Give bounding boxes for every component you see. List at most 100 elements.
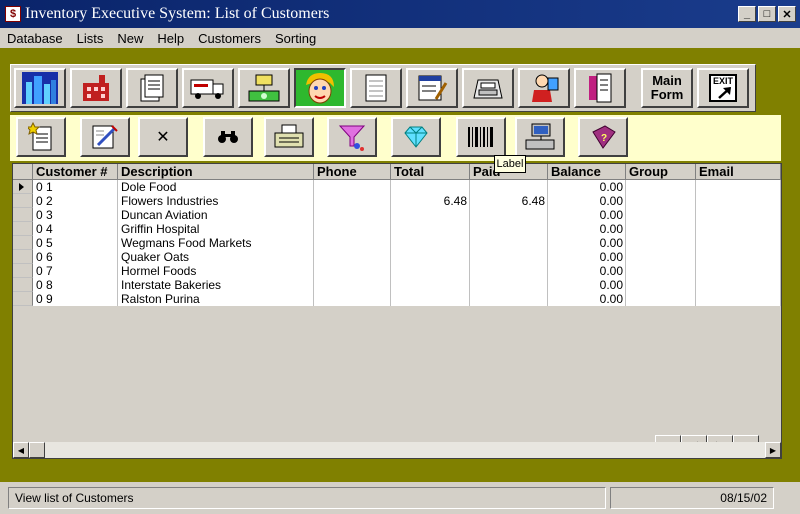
email-cell[interactable] [696,180,781,194]
email-cell[interactable] [696,222,781,236]
email-cell[interactable] [696,292,781,306]
phone-cell[interactable] [314,208,391,222]
table-row[interactable]: 0 2 Flowers Industries 6.48 6.48 0.00 [13,194,781,208]
customers-button[interactable] [294,68,346,108]
group-cell[interactable] [626,180,696,194]
customer-cell[interactable]: 0 9 [33,292,118,306]
header-email[interactable]: Email [696,164,781,180]
customers-grid[interactable]: Customer # Description Phone Total Paid … [12,163,782,459]
phone-cell[interactable] [314,180,391,194]
total-cell[interactable] [391,264,470,278]
table-row[interactable]: 0 5 Wegmans Food Markets 0.00 [13,236,781,250]
group-cell[interactable] [626,236,696,250]
description-cell[interactable]: Flowers Industries [118,194,314,208]
group-cell[interactable] [626,264,696,278]
paid-cell[interactable] [470,278,548,292]
delivery-button[interactable] [182,68,234,108]
phone-cell[interactable] [314,236,391,250]
menu-customers[interactable]: Customers [191,31,268,46]
description-cell[interactable]: Ralston Purina [118,292,314,306]
table-row[interactable]: 0 4 Griffin Hospital 0.00 [13,222,781,236]
email-cell[interactable] [696,208,781,222]
paid-cell[interactable] [470,236,548,250]
menu-sorting[interactable]: Sorting [268,31,323,46]
phone-cell[interactable] [314,278,391,292]
edit-record-button[interactable] [80,117,130,157]
menu-new[interactable]: New [110,31,150,46]
header-balance[interactable]: Balance [548,164,626,180]
total-cell[interactable] [391,180,470,194]
total-cell[interactable] [391,236,470,250]
total-cell[interactable] [391,278,470,292]
city-button[interactable] [14,68,66,108]
group-cell[interactable] [626,194,696,208]
scroll-right-icon[interactable]: ▶ [765,442,781,458]
documents-button[interactable] [126,68,178,108]
header-description[interactable]: Description [118,164,314,180]
description-cell[interactable]: Hormel Foods [118,264,314,278]
balance-cell[interactable]: 0.00 [548,180,626,194]
total-cell[interactable]: 6.48 [391,194,470,208]
description-cell[interactable]: Interstate Bakeries [118,278,314,292]
new-record-button[interactable] [16,117,66,157]
filter-button[interactable] [327,117,377,157]
help-button[interactable]: ? [578,117,628,157]
balance-cell[interactable]: 0.00 [548,208,626,222]
label-button[interactable] [456,117,506,157]
main-form-button[interactable]: Main Form [641,68,693,108]
email-cell[interactable] [696,264,781,278]
header-group[interactable]: Group [626,164,696,180]
email-cell[interactable] [696,278,781,292]
paid-cell[interactable] [470,264,548,278]
paid-cell[interactable]: 6.48 [470,194,548,208]
paid-cell[interactable] [470,250,548,264]
header-customer[interactable]: Customer # [33,164,118,180]
blank-form-button[interactable] [350,68,402,108]
total-cell[interactable] [391,222,470,236]
report-button[interactable] [264,117,314,157]
description-cell[interactable]: Griffin Hospital [118,222,314,236]
phone-cell[interactable] [314,222,391,236]
phone-cell[interactable] [314,292,391,306]
paid-cell[interactable] [470,292,548,306]
table-row[interactable]: 0 6 Quaker Oats 0.00 [13,250,781,264]
network-button[interactable] [515,117,565,157]
balance-cell[interactable]: 0.00 [548,194,626,208]
balance-cell[interactable]: 0.00 [548,236,626,250]
customer-cell[interactable]: 0 1 [33,180,118,194]
phone-cell[interactable] [314,194,391,208]
total-cell[interactable] [391,250,470,264]
paid-cell[interactable] [470,180,548,194]
salesperson-button[interactable] [518,68,570,108]
email-cell[interactable] [696,250,781,264]
menu-database[interactable]: Database [0,31,70,46]
email-cell[interactable] [696,194,781,208]
group-cell[interactable] [626,222,696,236]
scroll-left-icon[interactable]: ◀ [13,442,29,458]
menu-lists[interactable]: Lists [70,31,111,46]
balance-cell[interactable]: 0.00 [548,222,626,236]
phone-cell[interactable] [314,250,391,264]
total-cell[interactable] [391,208,470,222]
table-row[interactable]: 0 8 Interstate Bakeries 0.00 [13,278,781,292]
total-cell[interactable] [391,292,470,306]
customer-cell[interactable]: 0 7 [33,264,118,278]
close-button[interactable]: ✕ [778,6,796,22]
description-cell[interactable]: Wegmans Food Markets [118,236,314,250]
exit-button[interactable]: EXIT [697,68,749,108]
menu-help[interactable]: Help [150,31,191,46]
receipt-button[interactable] [574,68,626,108]
email-cell[interactable] [696,236,781,250]
paid-cell[interactable] [470,222,548,236]
group-cell[interactable] [626,208,696,222]
factory-button[interactable] [70,68,122,108]
group-cell[interactable] [626,250,696,264]
table-row[interactable]: 0 9 Ralston Purina 0.00 [13,292,781,306]
maximize-button[interactable]: □ [758,6,776,22]
money-transfer-button[interactable] [238,68,290,108]
balance-cell[interactable]: 0.00 [548,278,626,292]
scroll-thumb[interactable] [29,442,45,458]
description-cell[interactable]: Quaker Oats [118,250,314,264]
invoice-button[interactable] [406,68,458,108]
paid-cell[interactable] [470,208,548,222]
